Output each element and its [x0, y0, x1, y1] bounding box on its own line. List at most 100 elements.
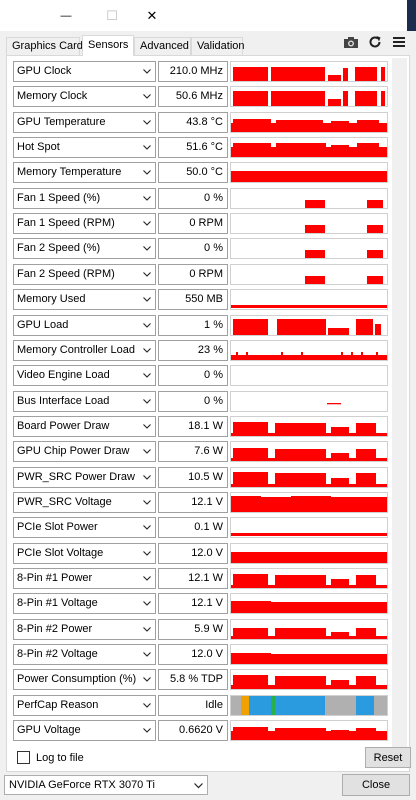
sensor-name-dropdown[interactable]: Fan 1 Speed (%) [13, 187, 156, 209]
sensor-value: 51.6 °C [158, 137, 228, 159]
sensor-name-dropdown[interactable]: Fan 2 Speed (RPM) [13, 263, 156, 285]
sensor-graph-plot [305, 275, 383, 284]
sensor-graph [230, 669, 388, 691]
sensor-graph [230, 213, 388, 235]
sensor-name: Fan 1 Speed (%) [17, 191, 101, 204]
menu-icon[interactable] [389, 33, 409, 51]
sensor-name: PerfCap Reason [17, 698, 99, 711]
chevron-down-icon [142, 597, 152, 610]
sensor-graph [230, 618, 388, 640]
sensor-name-dropdown[interactable]: Hot Spot [13, 137, 156, 159]
sensor-name: Bus Interface Load [17, 394, 110, 407]
sensor-graph-plot [231, 471, 387, 487]
vertical-scrollbar[interactable] [392, 58, 407, 748]
sensor-name-dropdown[interactable]: 8-Pin #1 Voltage [13, 593, 156, 615]
sensor-graph-plot [231, 495, 387, 512]
sensor-graph [230, 441, 388, 463]
sensor-name-dropdown[interactable]: PWR_SRC Power Draw [13, 466, 156, 488]
sensor-graph [230, 137, 388, 159]
sensor-graph [230, 238, 388, 260]
sensor-name-dropdown[interactable]: PWR_SRC Voltage [13, 491, 156, 513]
tab-advanced[interactable]: Advanced [134, 37, 191, 55]
sensor-value: 0 % [158, 365, 228, 387]
sensor-name-dropdown[interactable]: Power Consumption (%) [13, 669, 156, 691]
sensor-name-dropdown[interactable]: Bus Interface Load [13, 390, 156, 412]
sensor-graph [230, 390, 388, 412]
sensor-row: GPU Voltage 0.6620 V [7, 719, 407, 742]
sensor-value: 12.1 V [158, 593, 228, 615]
sensor-row: 8-Pin #1 Power 12.1 W [7, 567, 407, 590]
sensor-name-dropdown[interactable]: Board Power Draw [13, 415, 156, 437]
tab-validation[interactable]: Validation [191, 37, 245, 55]
checkbox-box[interactable] [17, 751, 30, 764]
sensor-name-dropdown[interactable]: PerfCap Reason [13, 694, 156, 716]
sensor-graph-plot [231, 727, 387, 741]
sensor-name-dropdown[interactable]: Memory Used [13, 289, 156, 311]
sensor-row: 8-Pin #2 Power 5.9 W [7, 618, 407, 641]
sensor-value: Idle [158, 694, 228, 716]
sensor-graph-plot [231, 627, 387, 639]
sensor-row: Board Power Draw 18.1 W [7, 415, 407, 438]
sensor-name: PWR_SRC Voltage [17, 495, 112, 508]
sensor-value-text: 12.1 W [188, 572, 223, 584]
sensor-value: 0 RPM [158, 263, 228, 285]
close-button[interactable]: Close [342, 774, 410, 796]
sensor-name-dropdown[interactable]: GPU Chip Power Draw [13, 441, 156, 463]
sensor-name-dropdown[interactable]: Memory Controller Load [13, 339, 156, 361]
chevron-down-icon [142, 572, 152, 585]
chevron-down-icon [142, 623, 152, 636]
sensor-value: 0.1 W [158, 517, 228, 539]
sensor-name-dropdown[interactable]: Fan 1 Speed (RPM) [13, 213, 156, 235]
sensor-name: 8-Pin #1 Power [17, 572, 93, 584]
chevron-down-icon [142, 724, 152, 737]
sensor-graph-plot [231, 574, 387, 588]
sensor-value-text: 0.1 W [194, 521, 223, 534]
gpu-select[interactable]: NVIDIA GeForce RTX 3070 Ti [4, 775, 208, 795]
sensor-value: 5.9 W [158, 618, 228, 640]
sensor-name-dropdown[interactable]: GPU Load [13, 314, 156, 336]
sensor-row: Fan 1 Speed (%) 0 % [7, 187, 407, 210]
sensor-value: 550 MB [158, 289, 228, 311]
sensor-name-dropdown[interactable]: GPU Clock [13, 61, 156, 82]
minimize-button[interactable]: — [43, 0, 89, 31]
sensor-value-text: 1 % [204, 318, 223, 331]
sensor-value: 1 % [158, 314, 228, 336]
tab-sensors[interactable]: Sensors [82, 35, 134, 56]
sensor-name-dropdown[interactable]: Video Engine Load [13, 365, 156, 387]
sensor-name-dropdown[interactable]: GPU Voltage [13, 720, 156, 742]
sensor-name-dropdown[interactable]: 8-Pin #1 Power [13, 568, 156, 589]
chevron-down-icon [142, 369, 152, 382]
tab-graphics-card[interactable]: Graphics Card [6, 37, 83, 55]
sensor-name-dropdown[interactable]: Memory Temperature [13, 162, 156, 184]
sensor-name: Memory Clock [17, 90, 88, 103]
sensor-value-text: 0.6620 V [178, 724, 223, 737]
sensor-name-dropdown[interactable]: PCIe Slot Voltage [13, 542, 156, 564]
chevron-down-icon [142, 547, 152, 560]
close-window-button[interactable]: ✕ [129, 0, 175, 31]
sensor-name-dropdown[interactable]: 8-Pin #2 Power [13, 618, 156, 640]
sensor-graph [230, 111, 388, 133]
chevron-down-icon [142, 116, 152, 129]
sensor-name-dropdown[interactable]: PCIe Slot Power [13, 517, 156, 539]
sensor-name: PWR_SRC Power Draw [17, 470, 135, 483]
chevron-down-icon [142, 90, 152, 103]
sensor-name: Fan 1 Speed (RPM) [17, 217, 115, 230]
sensor-name: PCIe Slot Power [17, 521, 98, 534]
log-to-file-checkbox[interactable]: Log to file [17, 751, 84, 764]
sensor-row: Bus Interface Load 0 % [7, 390, 407, 413]
sensor-value: 50.6 MHz [158, 86, 228, 108]
sensor-name-dropdown[interactable]: Fan 2 Speed (%) [13, 238, 156, 260]
sensor-value: 10.5 W [158, 466, 228, 488]
reset-button[interactable]: Reset [365, 747, 411, 768]
sensor-value: 210.0 MHz [158, 61, 228, 82]
refresh-icon[interactable] [365, 33, 385, 51]
sensor-graph-plot [231, 118, 387, 132]
sensor-graph [230, 61, 388, 82]
camera-icon[interactable] [341, 33, 361, 51]
sensors-panel: GPU Clock 210.0 MHz Memory Clock 50.6 MH… [6, 55, 411, 772]
sensor-name-dropdown[interactable]: Memory Clock [13, 86, 156, 108]
sensor-name-dropdown[interactable]: GPU Temperature [13, 111, 156, 133]
sensor-row: GPU Clock 210.0 MHz [7, 60, 407, 83]
chevron-down-icon [142, 141, 152, 154]
sensor-name-dropdown[interactable]: 8-Pin #2 Voltage [13, 644, 156, 666]
